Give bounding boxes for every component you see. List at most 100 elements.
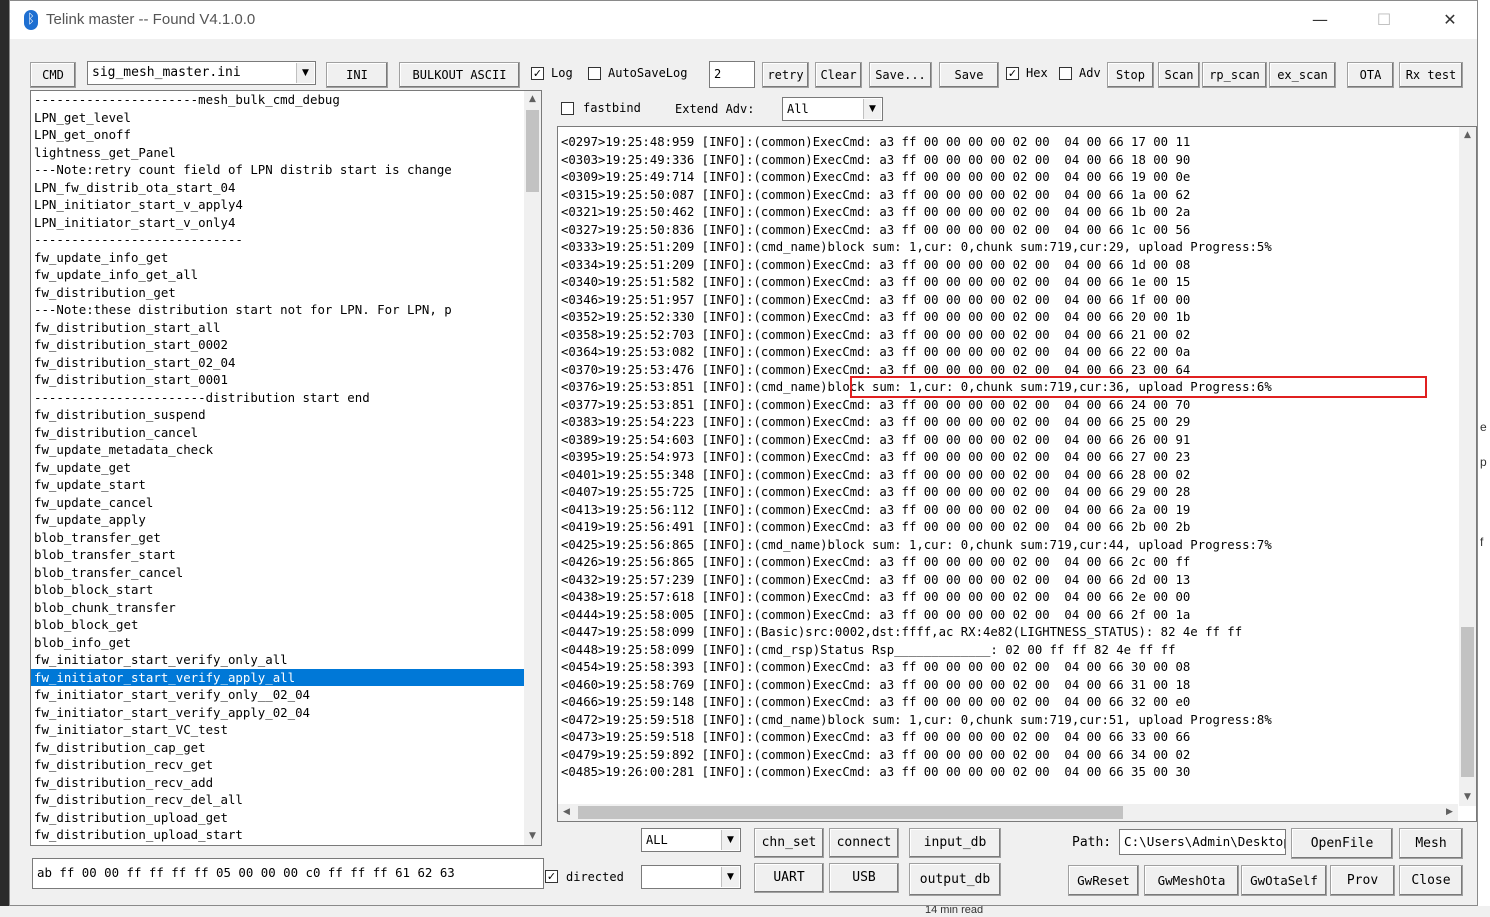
command-list-item[interactable]: fw_distribution_recv_get: [31, 756, 524, 774]
command-input[interactable]: ab ff 00 00 ff ff ff ff 05 00 00 00 c0 f…: [32, 858, 544, 889]
bulkout-ascii-button[interactable]: BULKOUT ASCII: [399, 62, 520, 88]
rp-scan-button[interactable]: rp_scan: [1202, 62, 1267, 88]
uart-button[interactable]: UART: [754, 863, 824, 893]
command-list-item[interactable]: fw_distribution_cap_get: [31, 739, 524, 757]
command-list-item[interactable]: blob_block_get: [31, 616, 524, 634]
log-output[interactable]: <0297>19:25:48:959 [INFO]:(common)ExecCm…: [557, 126, 1477, 822]
usb-button[interactable]: USB: [829, 863, 899, 893]
ini-button[interactable]: INI: [326, 62, 388, 88]
command-list-item[interactable]: fw_initiator_start_verify_only_all: [31, 651, 524, 669]
command-list-item[interactable]: LPN_fw_distrib_ota_start_04: [31, 179, 524, 197]
scroll-left-icon[interactable]: ◀: [558, 804, 575, 821]
adv-checkbox[interactable]: [1059, 67, 1072, 80]
command-list-item[interactable]: fw_initiator_start_verify_apply_all: [31, 668, 524, 686]
command-list-item[interactable]: ----------------------mesh_bulk_cmd_debu…: [31, 91, 524, 109]
connect-button[interactable]: connect: [829, 828, 899, 858]
retry-button[interactable]: retry: [762, 62, 809, 88]
command-list-item[interactable]: ---Note:these distribution start not for…: [31, 301, 524, 319]
hex-checkbox[interactable]: ✓: [1006, 67, 1019, 80]
command-list-item[interactable]: LPN_initiator_start_v_apply4: [31, 196, 524, 214]
command-list-item[interactable]: fw_initiator_start_verify_apply_02_04: [31, 704, 524, 722]
chn-set-button[interactable]: chn_set: [754, 828, 824, 858]
clear-button[interactable]: Clear: [815, 62, 862, 88]
gw-ota-self-button[interactable]: GwOtaSelf: [1241, 865, 1327, 896]
command-list-item[interactable]: fw_update_apply: [31, 511, 524, 529]
chevron-down-icon[interactable]: ▼: [296, 63, 314, 83]
scroll-down-icon[interactable]: ▼: [1459, 789, 1476, 806]
close-window-button[interactable]: ✕: [1427, 1, 1473, 39]
scroll-thumb[interactable]: [578, 806, 1123, 819]
openfile-button[interactable]: OpenFile: [1291, 828, 1393, 859]
command-list-item[interactable]: fw_distribution_get: [31, 284, 524, 302]
extend-adv-select[interactable]: All ▼: [782, 97, 883, 121]
close-button[interactable]: Close: [1399, 865, 1463, 896]
command-list-item[interactable]: fw_update_get: [31, 459, 524, 477]
command-list-item[interactable]: blob_block_start: [31, 581, 524, 599]
command-list-item[interactable]: fw_distribution_start_0001: [31, 371, 524, 389]
prov-button[interactable]: Prov: [1330, 865, 1395, 896]
maximize-button[interactable]: ☐: [1361, 1, 1407, 39]
stop-button[interactable]: Stop: [1107, 62, 1154, 88]
command-list-item[interactable]: -----------------------distribution star…: [31, 389, 524, 407]
command-list-item[interactable]: fw_distribution_upload_get: [31, 809, 524, 827]
chevron-down-icon[interactable]: ▼: [721, 867, 739, 887]
command-list-item[interactable]: fw_distribution_start_all: [31, 319, 524, 337]
command-list-item[interactable]: fw_update_info_get: [31, 249, 524, 267]
command-list-item[interactable]: fw_update_start: [31, 476, 524, 494]
command-list-item[interactable]: fw_distribution_recv_del_all: [31, 791, 524, 809]
command-list-item[interactable]: fw_initiator_start_VC_test: [31, 721, 524, 739]
command-list-item[interactable]: blob_transfer_get: [31, 529, 524, 547]
command-list-item[interactable]: fw_initiator_start_verify_only__02_04: [31, 686, 524, 704]
save-as-button[interactable]: Save...: [869, 62, 932, 88]
output-db-button[interactable]: output_db: [909, 863, 1001, 896]
scan-button[interactable]: Scan: [1158, 62, 1200, 88]
command-list-item[interactable]: fw_update_cancel: [31, 494, 524, 512]
path-input[interactable]: C:\Users\Admin\Desktop: [1119, 829, 1286, 855]
scroll-thumb[interactable]: [526, 110, 539, 192]
command-list-item[interactable]: fw_update_info_get_all: [31, 266, 524, 284]
retry-input[interactable]: 2: [709, 61, 755, 88]
directed-checkbox[interactable]: ✓: [545, 870, 558, 883]
log-vertical-scrollbar[interactable]: ▲ ▼: [1459, 127, 1476, 806]
command-list-item[interactable]: LPN_initiator_start_v_only4: [31, 214, 524, 232]
minimize-button[interactable]: —: [1297, 1, 1343, 39]
command-list-item[interactable]: fw_distribution_suspend: [31, 406, 524, 424]
ini-file-select[interactable]: sig_mesh_master.ini ▼: [87, 61, 316, 85]
command-list-item[interactable]: blob_info_get: [31, 634, 524, 652]
command-list-item[interactable]: fw_distribution_upload_start: [31, 826, 524, 844]
ex-scan-button[interactable]: ex_scan: [1269, 62, 1336, 88]
secondary-select[interactable]: ▼: [641, 865, 741, 889]
command-list-item[interactable]: LPN_get_onoff: [31, 126, 524, 144]
chevron-down-icon[interactable]: ▼: [863, 99, 881, 119]
scroll-down-icon[interactable]: ▼: [524, 828, 541, 845]
fastbind-checkbox[interactable]: [561, 102, 574, 115]
command-list-item[interactable]: ----------------------------: [31, 231, 524, 249]
autosave-checkbox[interactable]: [588, 67, 601, 80]
command-list-item[interactable]: fw_distribution_cancel: [31, 424, 524, 442]
scroll-up-icon[interactable]: ▲: [1459, 127, 1476, 144]
command-list-item[interactable]: LPN_get_level: [31, 109, 524, 127]
chevron-down-icon[interactable]: ▼: [721, 830, 739, 850]
command-list-item[interactable]: blob_chunk_transfer: [31, 599, 524, 617]
command-list-item[interactable]: lightness_get_Panel: [31, 144, 524, 162]
command-list-item[interactable]: fw_distribution_start_02_04: [31, 354, 524, 372]
scroll-up-icon[interactable]: ▲: [524, 91, 541, 108]
log-horizontal-scrollbar[interactable]: ◀ ▶: [558, 804, 1458, 821]
gw-mesh-ota-button[interactable]: GwMeshOta: [1144, 865, 1239, 896]
save-button[interactable]: Save: [939, 62, 999, 88]
log-checkbox[interactable]: ✓: [531, 67, 544, 80]
command-list[interactable]: ----------------------mesh_bulk_cmd_debu…: [30, 90, 542, 846]
channel-select[interactable]: ALL ▼: [641, 828, 741, 852]
rx-test-button[interactable]: Rx test: [1399, 62, 1463, 88]
command-list-item[interactable]: fw_distribution_recv_add: [31, 774, 524, 792]
command-list-item[interactable]: fw_distribution_start_0002: [31, 336, 524, 354]
mesh-button[interactable]: Mesh: [1399, 828, 1463, 859]
cmd-button[interactable]: CMD: [30, 62, 76, 88]
ota-button[interactable]: OTA: [1347, 62, 1394, 88]
command-list-scrollbar[interactable]: ▲ ▼: [524, 91, 541, 845]
gw-reset-button[interactable]: GwReset: [1068, 865, 1139, 896]
command-list-item[interactable]: blob_transfer_cancel: [31, 564, 524, 582]
command-list-item[interactable]: ---Note:retry count field of LPN distrib…: [31, 161, 524, 179]
command-list-item[interactable]: fw_update_metadata_check: [31, 441, 524, 459]
scroll-right-icon[interactable]: ▶: [1441, 804, 1458, 821]
